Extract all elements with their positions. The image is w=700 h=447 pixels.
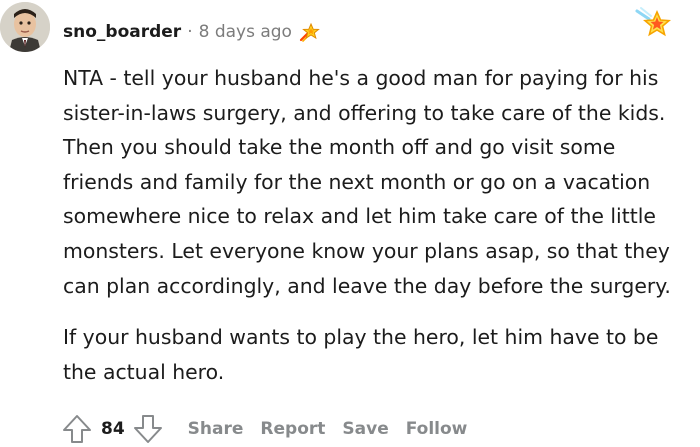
body-line: somewhere nice to relax and let him take… (63, 204, 656, 229)
body-line: If your husband wants to play the hero, … (63, 325, 659, 350)
star-award-icon[interactable] (633, 5, 673, 45)
body-line: sister-in-laws surgery, and offering to … (63, 100, 666, 125)
body-line: monsters. Let everyone know your plans a… (63, 238, 670, 263)
follow-button[interactable]: Follow (406, 419, 468, 439)
body-line: can plan accordingly, and leave the day … (63, 273, 671, 298)
body-line: Then you should take the month off and g… (63, 135, 616, 160)
comment: sno_boarder · 8 days ago NTA - tell your… (0, 0, 700, 447)
avatar-image (0, 2, 50, 52)
author-username[interactable]: sno_boarder (63, 22, 181, 42)
vote-score: 84 (101, 419, 125, 439)
avatar[interactable] (0, 2, 50, 52)
meta-separator: · (187, 22, 193, 42)
comment-actions: 84 Share Report Save Follow (60, 412, 467, 446)
body-line: NTA - tell your husband he's a good man … (63, 66, 659, 90)
downvote-arrow-icon[interactable] (131, 412, 165, 446)
report-button[interactable]: Report (260, 419, 325, 439)
comment-timestamp[interactable]: 8 days ago (199, 22, 292, 42)
save-button[interactable]: Save (342, 419, 388, 439)
comment-body: NTA - tell your husband he's a good man … (63, 61, 700, 389)
comment-header: sno_boarder · 8 days ago (63, 17, 320, 47)
body-line: the actual hero. (63, 359, 225, 384)
upvote-arrow-icon[interactable] (60, 412, 94, 446)
rocket-like-award-icon[interactable] (298, 21, 320, 43)
body-line: friends and family for the next month or… (63, 169, 651, 194)
share-button[interactable]: Share (188, 419, 244, 439)
